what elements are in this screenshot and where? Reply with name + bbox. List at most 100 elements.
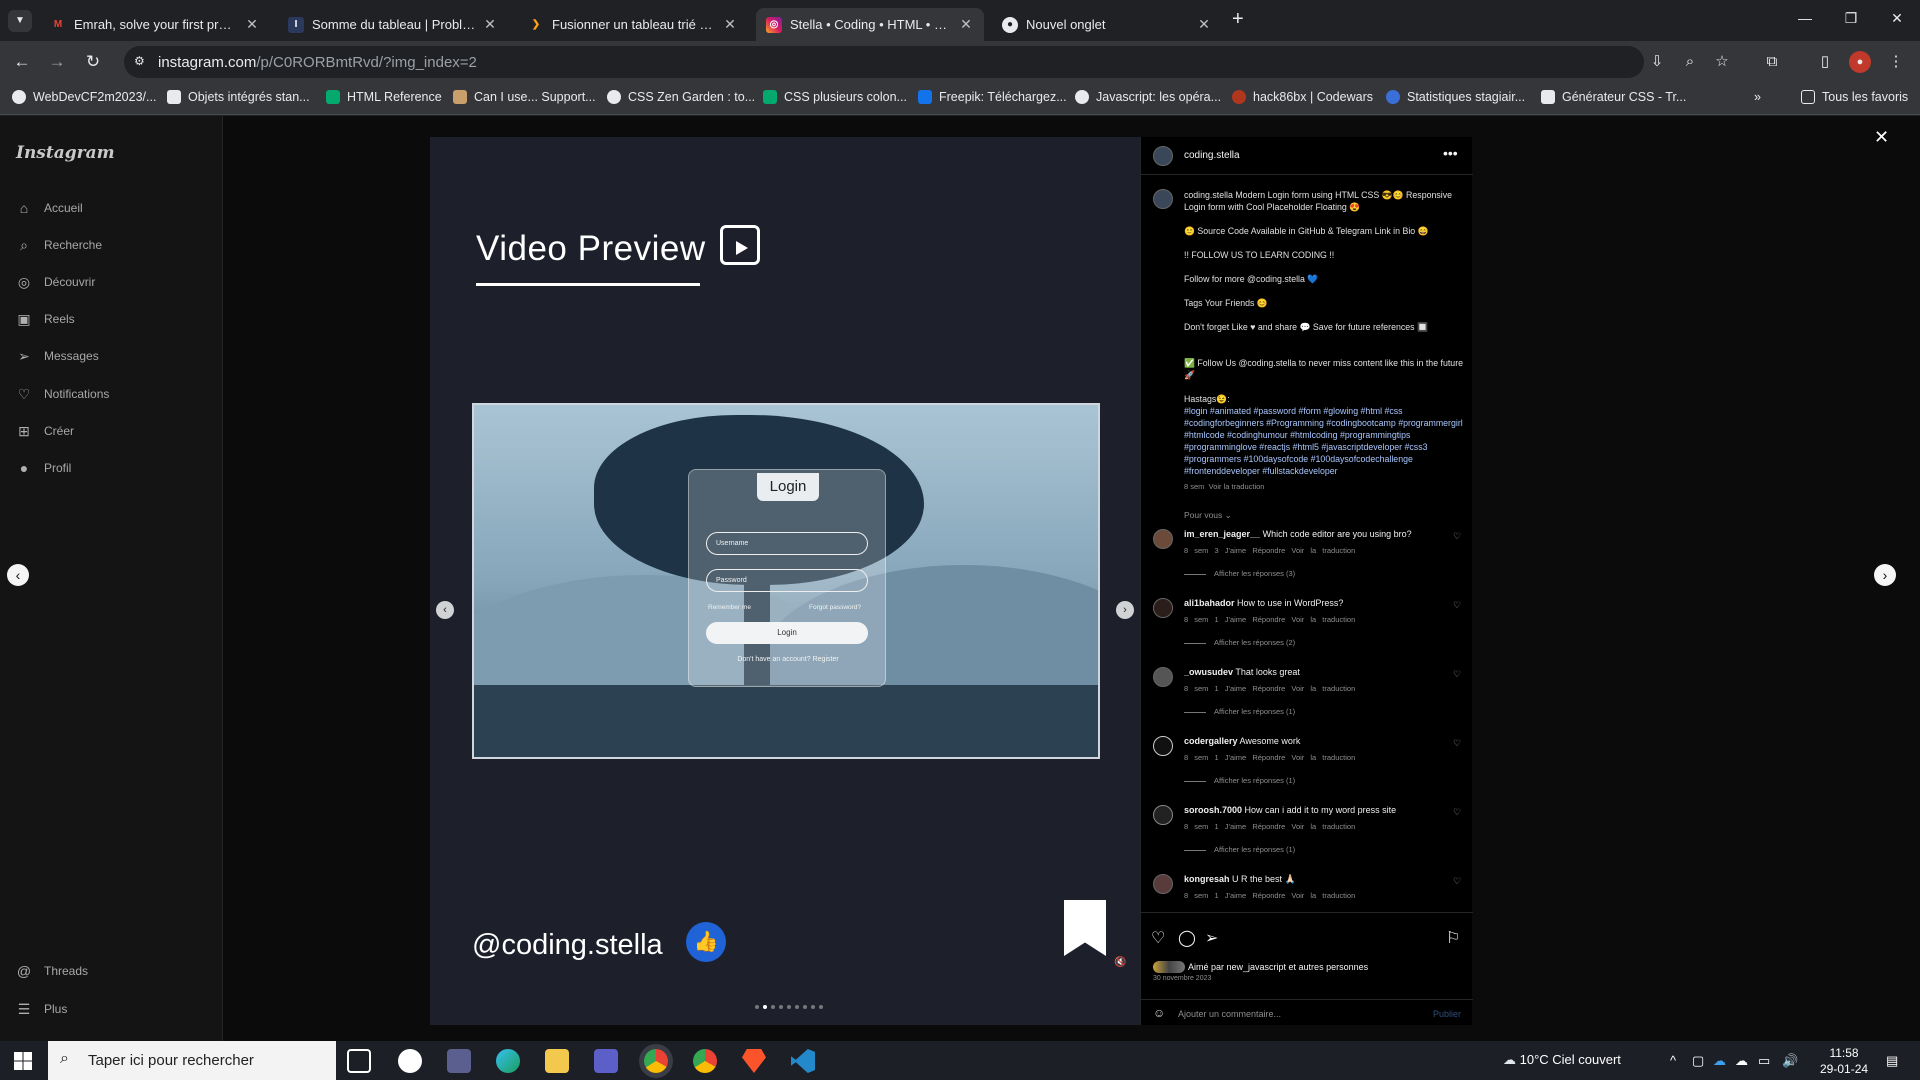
liked-by-text[interactable]: Aimé par new_javascript et autres person… <box>1188 962 1368 972</box>
weather-widget[interactable]: ☁ 10°C Ciel couvert <box>1503 1052 1621 1068</box>
minimize-button[interactable]: — <box>1785 10 1825 26</box>
sidebar-item-notifications[interactable]: ♡ Notifications <box>16 386 110 402</box>
sidebar-item-reels[interactable]: ▣ Reels <box>16 311 74 327</box>
side-panel-icon[interactable]: ▯ <box>1814 51 1836 73</box>
maximize-button[interactable]: ❐ <box>1831 10 1871 27</box>
bookmark-item[interactable]: Can I use... Support... <box>453 90 596 104</box>
bookmark-item[interactable]: Générateur CSS - Tr... <box>1541 90 1686 104</box>
url-bar[interactable]: ⚙ instagram.com/p/C0RORBmtRvd/?img_index… <box>124 46 1644 78</box>
carousel-prev-button[interactable]: ‹ <box>436 601 454 619</box>
bookmark-item[interactable]: Javascript: les opéra... <box>1075 90 1221 104</box>
avatar[interactable] <box>1153 189 1173 209</box>
instagram-logo[interactable]: Instagram <box>16 143 115 163</box>
more-options-icon[interactable]: ••• <box>1443 145 1458 161</box>
save-icon[interactable]: ⚐ <box>1446 928 1460 948</box>
comments-filter[interactable]: Pour vous ⌄ <box>1184 509 1464 521</box>
sidebar-item-messages[interactable]: ➢ Messages <box>16 348 99 364</box>
install-app-icon[interactable]: ⇩ <box>1646 51 1668 73</box>
meet-now-icon[interactable]: ▢ <box>1692 1053 1704 1069</box>
reload-button[interactable]: ↻ <box>81 50 105 74</box>
carousel-next-button[interactable]: › <box>1116 601 1134 619</box>
close-tab-icon[interactable]: ✕ <box>958 16 974 33</box>
chrome-icon[interactable] <box>693 1049 717 1073</box>
chrome-icon[interactable] <box>644 1049 668 1073</box>
previous-post-button[interactable]: ‹ <box>7 564 29 586</box>
avatar[interactable] <box>1153 805 1173 825</box>
avatar[interactable] <box>1153 736 1173 756</box>
all-bookmarks-folder[interactable]: Tous les favoris <box>1801 90 1908 104</box>
browser-menu-icon[interactable]: ⋮ <box>1885 51 1907 73</box>
sidebar-item-creer[interactable]: ⊞ Créer <box>16 423 74 439</box>
avatar[interactable] <box>1153 146 1173 166</box>
like-comment-icon[interactable]: ♡ <box>1453 807 1461 818</box>
onedrive-icon[interactable]: ☁ <box>1713 1053 1726 1069</box>
php-icon[interactable] <box>447 1049 471 1073</box>
share-icon[interactable]: ➢ <box>1205 928 1218 948</box>
avatar[interactable] <box>1153 874 1173 894</box>
sidebar-item-decouvrir[interactable]: ◎ Découvrir <box>16 274 95 290</box>
clock[interactable]: 11:58 29-01-24 <box>1820 1045 1868 1077</box>
volume-icon[interactable]: 🔊 <box>1782 1053 1798 1069</box>
profile-avatar-icon[interactable]: ● <box>1849 51 1871 73</box>
taskbar-search-input[interactable]: ⌕ Taper ici pour rechercher <box>48 1041 336 1080</box>
browser-tab[interactable]: ● Nouvel onglet ✕ <box>992 8 1222 41</box>
like-comment-icon[interactable]: ♡ <box>1453 531 1461 542</box>
browser-tab-active[interactable]: ◎ Stella • Coding • HTML • CSS • J ✕ <box>756 8 984 41</box>
sidebar-item-recherche[interactable]: ⌕ Recherche <box>16 237 102 253</box>
sidebar-item-profil[interactable]: ● Profil <box>16 460 72 476</box>
more-bookmarks-icon[interactable]: » <box>1754 90 1761 104</box>
close-modal-icon[interactable]: ✕ <box>1874 127 1889 148</box>
bookmark-item[interactable]: Statistiques stagiair... <box>1386 90 1525 104</box>
teams-icon[interactable] <box>594 1049 618 1073</box>
forward-button[interactable]: → <box>45 50 69 74</box>
site-info-icon[interactable]: ⚙ <box>134 54 145 68</box>
avatar[interactable] <box>1153 598 1173 618</box>
bookmark-item[interactable]: CSS plusieurs colon... <box>763 90 907 104</box>
network-icon[interactable]: ▭ <box>1758 1053 1770 1069</box>
bookmark-item[interactable]: Objets intégrés stan... <box>167 90 310 104</box>
bookmark-item[interactable]: HTML Reference <box>326 90 442 104</box>
notifications-icon[interactable]: ▤ <box>1886 1053 1898 1069</box>
sidebar-item-threads[interactable]: @ Threads <box>16 963 88 979</box>
show-replies-link[interactable]: Afficher les réponses (2) <box>1184 638 1295 647</box>
tab-search-dropdown[interactable]: ▼ <box>8 10 32 32</box>
next-post-button[interactable]: › <box>1874 564 1896 586</box>
back-button[interactable]: ← <box>10 50 34 74</box>
avatar[interactable] <box>1153 667 1173 687</box>
like-comment-icon[interactable]: ♡ <box>1453 876 1461 887</box>
sidebar-item-accueil[interactable]: ⌂ Accueil <box>16 200 83 216</box>
close-tab-icon[interactable]: ✕ <box>722 16 738 33</box>
hashtags[interactable]: #login #animated #password #form #glowin… <box>1184 405 1464 477</box>
publish-button[interactable]: Publier <box>1433 1009 1461 1019</box>
show-replies-link[interactable]: Afficher les réponses (1) <box>1184 707 1295 716</box>
close-tab-icon[interactable]: ✕ <box>482 16 498 33</box>
windows-start-icon[interactable] <box>14 1052 32 1070</box>
sidebar-item-plus[interactable]: ☰ Plus <box>16 1001 68 1017</box>
edge-icon[interactable] <box>496 1049 520 1073</box>
zoom-icon[interactable]: ⌕ <box>1679 51 1701 73</box>
post-author[interactable]: coding.stella <box>1184 150 1240 161</box>
like-comment-icon[interactable]: ♡ <box>1453 600 1461 611</box>
mute-icon[interactable]: 🔇 <box>1114 957 1126 968</box>
new-tab-button[interactable]: + <box>1232 8 1244 31</box>
like-icon[interactable]: ♡ <box>1151 928 1165 948</box>
close-tab-icon[interactable]: ✕ <box>244 16 260 33</box>
browser-tab[interactable]: ❯ Fusionner un tableau trié - Leet ✕ <box>518 8 748 41</box>
task-view-icon[interactable] <box>347 1049 371 1073</box>
see-translation-link[interactable]: Voir la traduction <box>1209 482 1265 491</box>
vscode-icon[interactable] <box>791 1049 815 1073</box>
bookmark-item[interactable]: Freepik: Téléchargez... <box>918 90 1067 104</box>
close-tab-icon[interactable]: ✕ <box>1196 16 1212 33</box>
onedrive-personal-icon[interactable]: ☁ <box>1735 1053 1748 1069</box>
extensions-icon[interactable]: ⧉ <box>1761 51 1783 73</box>
show-replies-link[interactable]: Afficher les réponses (1) <box>1184 776 1295 785</box>
like-comment-icon[interactable]: ♡ <box>1453 738 1461 749</box>
star-icon[interactable]: ☆ <box>1711 51 1733 73</box>
bookmark-item[interactable]: hack86bx | Codewars <box>1232 90 1373 104</box>
show-hidden-icons-icon[interactable]: ^ <box>1670 1053 1676 1068</box>
bookmark-item[interactable]: CSS Zen Garden : to... <box>607 90 755 104</box>
github-desktop-icon[interactable] <box>398 1049 422 1073</box>
avatar[interactable] <box>1153 529 1173 549</box>
brave-icon[interactable] <box>742 1049 766 1073</box>
browser-tab[interactable]: M Emrah, solve your first problem ✕ <box>40 8 270 41</box>
